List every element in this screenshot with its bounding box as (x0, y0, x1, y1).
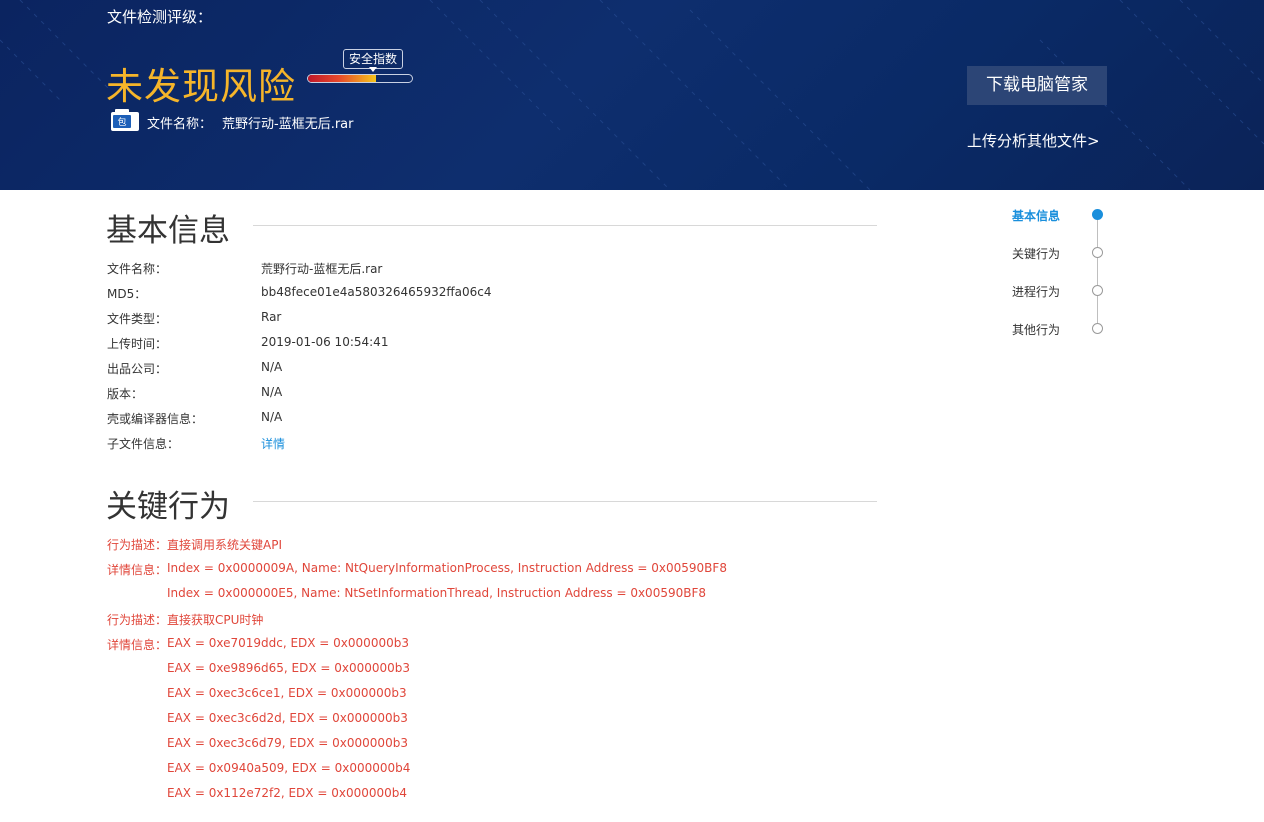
behavior-value: 直接调用系统关键API (167, 538, 282, 552)
safety-index-label: 安全指数 (343, 49, 404, 69)
header-file-name-value: 荒野行动-蓝框无后.rar (222, 117, 354, 132)
behavior-value: 直接获取CPU时钟 (167, 613, 264, 627)
sub-file-details-link[interactable]: 详情 (261, 435, 285, 452)
section-side-nav: 基本信息 关键行为 进程行为 其他行为 (1000, 200, 1110, 350)
side-nav-label: 进程行为 (1012, 285, 1061, 299)
behavior-value: Index = 0x0000009A, Name: NtQueryInforma… (167, 561, 727, 575)
basic-info-divider (253, 225, 877, 226)
side-nav-label: 基本信息 (1012, 209, 1061, 223)
behavior-key: 行为描述： (107, 613, 168, 627)
info-value: 2019-01-06 10:54:41 (261, 335, 389, 349)
side-nav-basic-info[interactable]: 基本信息 (1000, 205, 1110, 225)
behavior-key: 行为描述： (107, 538, 168, 552)
info-key: 文件类型： (107, 312, 168, 326)
safety-index-fill (308, 75, 376, 82)
side-nav-dot (1092, 209, 1103, 220)
info-key: 子文件信息： (107, 437, 180, 451)
info-key: MD5： (107, 287, 147, 301)
behavior-value: EAX = 0x112e72f2, EDX = 0x000000b4 (167, 786, 407, 800)
side-nav-key-behavior[interactable]: 关键行为 (1000, 243, 1110, 263)
side-nav-other-behavior[interactable]: 其他行为 (1000, 319, 1110, 339)
behavior-value: EAX = 0x0940a509, EDX = 0x000000b4 (167, 761, 411, 775)
behavior-value: EAX = 0xe7019ddc, EDX = 0x000000b3 (167, 636, 409, 650)
info-value: N/A (261, 410, 283, 424)
behavior-key: 详情信息： (107, 638, 168, 652)
risk-result-text: 未发现风险 (106, 65, 296, 108)
safety-index-pointer (369, 67, 377, 72)
report-header-banner: 文件检测评级： 未发现风险 安全指数 包 文件名称： 荒野行动-蓝框无后.rar … (0, 0, 1264, 190)
header-file-name: 文件名称： 荒野行动-蓝框无后.rar (147, 113, 354, 132)
behavior-value: EAX = 0xec3c6ce1, EDX = 0x000000b3 (167, 686, 407, 700)
side-nav-label: 其他行为 (1012, 323, 1061, 337)
info-value: 荒野行动-蓝框无后.rar (261, 262, 383, 276)
side-nav-process-behavior[interactable]: 进程行为 (1000, 281, 1110, 301)
side-nav-dot (1092, 247, 1103, 258)
info-value: bb48fece01e4a580326465932ffa06c4 (261, 285, 492, 299)
info-value: N/A (261, 360, 283, 374)
behavior-value: EAX = 0xe9896d65, EDX = 0x000000b3 (167, 661, 411, 675)
basic-info-title: 基本信息 (106, 213, 230, 249)
info-key: 壳或编译器信息： (107, 412, 204, 426)
behavior-value: EAX = 0xec3c6d79, EDX = 0x000000b3 (167, 736, 408, 750)
side-nav-dot (1092, 285, 1103, 296)
key-behavior-title: 关键行为 (106, 489, 230, 525)
detection-rating-label: 文件检测评级： (107, 8, 213, 26)
info-key: 出品公司： (107, 362, 168, 376)
behavior-value: EAX = 0xec3c6d2d, EDX = 0x000000b3 (167, 711, 408, 725)
info-key: 上传时间： (107, 337, 168, 351)
info-value: Rar (261, 310, 282, 324)
key-behavior-divider (253, 501, 877, 502)
archive-file-icon: 包 (111, 109, 139, 131)
info-value: N/A (261, 385, 283, 399)
side-nav-label: 关键行为 (1012, 247, 1061, 261)
safety-index-bar (307, 74, 413, 83)
info-key: 版本： (107, 387, 144, 401)
header-file-name-label: 文件名称： (147, 117, 213, 132)
info-key: 文件名称： (107, 262, 168, 276)
side-nav-track (1097, 215, 1098, 329)
behavior-key: 详情信息： (107, 563, 168, 577)
download-pc-manager-button[interactable]: 下载电脑管家 (967, 66, 1107, 105)
side-nav-dot (1092, 323, 1103, 334)
behavior-value: Index = 0x000000E5, Name: NtSetInformati… (167, 586, 706, 600)
upload-other-file-link[interactable]: 上传分析其他文件> (967, 130, 1100, 151)
archive-file-icon-char: 包 (117, 116, 126, 128)
